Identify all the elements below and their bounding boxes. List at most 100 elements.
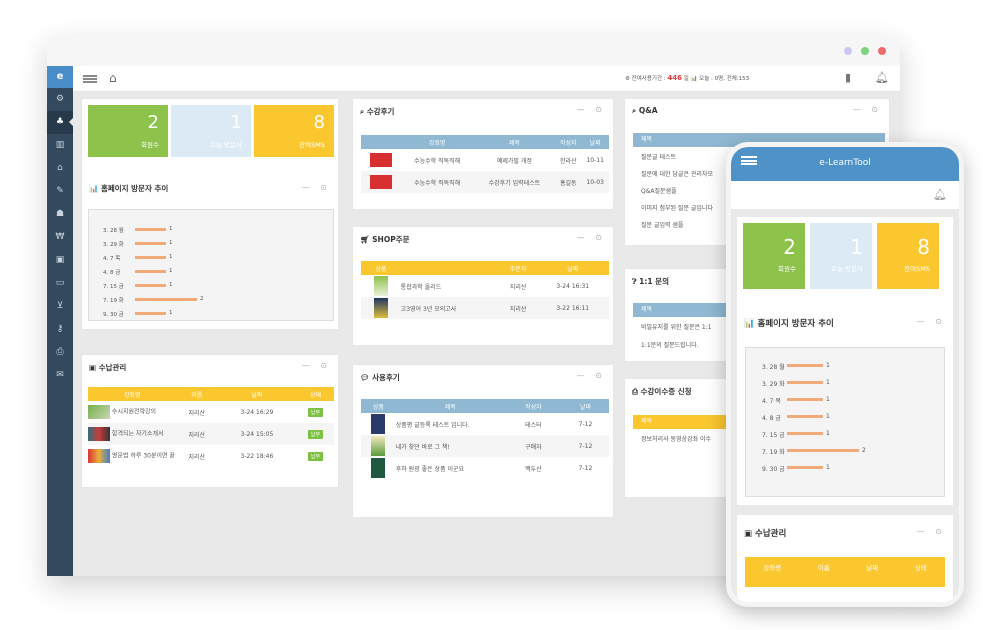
stat-today-visitors[interactable]: 1 오늘 방문자 — [171, 105, 251, 157]
currency-icon[interactable]: ₩ — [47, 226, 73, 249]
chart-bar — [135, 297, 197, 301]
chart-value-label: 1 — [826, 413, 830, 420]
chart-value-label: 1 — [826, 464, 830, 471]
menu-icon[interactable] — [83, 75, 97, 83]
chart-bar — [135, 311, 166, 315]
chart-bar — [787, 398, 823, 402]
topbar: ⌂ ⚙ 잔여사용기간 : 446 일 📊 오늘 : 0명, 전체:153 ▮ 🔔… — [73, 66, 900, 92]
payments-header: 강좌명 이름 날짜 상태 — [745, 557, 945, 587]
sidebar: e ⚙ ♣ ▥ ⌂ ✎ ☗ ₩ ▣ ▭ ⊻ ⚷ ⎙ ✉ — [47, 66, 73, 576]
reviews-title: ⌕ 수강후기 — [360, 107, 395, 116]
table-row[interactable]: 수능수학 직독직해 수강후기 입력테스트 홍길동 10-03 — [361, 171, 609, 193]
shop-table: 상품 주문자 날짜 통합과학 올리드 지리산 3-24 16:31 고3영어 3년 모의… — [361, 261, 609, 319]
video-icon[interactable]: ▣ — [47, 249, 73, 272]
book-icon[interactable]: ▮ — [845, 71, 851, 84]
payments-panel: ▣ 수납관리 — ⊙ 강좌명 이름 날짜 상태 수시지원전략강의 지리산 3-24 16… — [81, 354, 339, 488]
chart-bar — [135, 227, 166, 231]
phone-header: e-LearnTool — [731, 147, 959, 181]
product-thumbnail — [371, 436, 386, 456]
product-thumbnail — [373, 298, 388, 318]
shop-panel: 🛒︎ SHOP주문 — ⊙ 상품 주문자 날짜 통합과학 올리드 지리산 3-24 16… — [352, 226, 614, 346]
table-row[interactable]: 수능수학 직독직해 예제가필 개정 한라산 10-11 — [361, 149, 609, 171]
chart-value-label: 1 — [826, 396, 830, 403]
logo[interactable]: e — [47, 66, 73, 88]
usage-panel: 💬︎ 사용후기 — ⊙ 상품 제목 작성자 날짜 상품평 글등록 테스트 입니다. 테스… — [352, 364, 614, 518]
cart-icon[interactable]: ⊻ — [47, 295, 73, 318]
chart-category-label: 3. 29 화 — [103, 242, 124, 248]
visitors-chart: 3. 28 월 1 3. 29 화 1 4. 7 목 1 4. 8 금 1 7. 15 금 1 7.… — [745, 347, 945, 497]
chart-value-label: 1 — [169, 226, 173, 232]
panel-controls[interactable]: — ⊙ — [917, 317, 946, 326]
chart-bar — [135, 283, 166, 287]
pencil-icon[interactable]: ✎ — [47, 180, 73, 203]
mail-icon[interactable]: ✉ — [47, 364, 73, 387]
window-dot-green[interactable] — [861, 47, 869, 55]
chart-value-label: 1 — [169, 254, 173, 260]
home-icon[interactable]: ⌂ — [47, 157, 73, 180]
panel-controls[interactable]: — ⊙ — [302, 361, 331, 370]
qa-title: ⌕ Q&A — [632, 106, 658, 115]
stat-sms[interactable]: 8 잔여SMS — [877, 223, 939, 289]
bell-icon[interactable]: 🔔︎ — [933, 188, 947, 201]
stat-members[interactable]: 2 회원수 — [743, 223, 805, 289]
card-icon[interactable]: ▭ — [47, 272, 73, 295]
cert-title: ⎙ 수강이수증 신청 — [632, 387, 692, 396]
stat-members[interactable]: 2 회원수 — [88, 105, 168, 157]
status-badge: 납부 — [307, 429, 324, 439]
stats-row: 2 회원수 1 오늘 방문자 8 잔여SMS — [88, 105, 334, 157]
table-row[interactable]: 영문법 하루 30분이면 끝 지리산 3-22 18:46 납부 — [88, 445, 334, 467]
panel-controls[interactable]: — ⊙ — [853, 105, 882, 114]
status-badge: 납부 — [307, 407, 324, 417]
table-row[interactable]: 후하 원광 좋은 상품 이군요 백두산 7-12 — [361, 457, 609, 479]
stat-today-visitors[interactable]: 1 오늘 방문자 — [810, 223, 872, 289]
phone-body: 2 회원수 1 오늘 방문자 8 잔여SMS 📊 홈페이지 방문자 추이 — ⊙ 3.… — [731, 209, 959, 602]
course-thumbnail — [88, 405, 110, 419]
remaining-label: ⚙ 잔여사용기간 : — [625, 76, 666, 82]
print-icon[interactable]: ⎙ — [47, 341, 73, 364]
key-icon[interactable]: ⚷ — [47, 318, 73, 341]
panel-controls[interactable]: — ⊙ — [577, 105, 606, 114]
visitor-summary: 일 📊 오늘 : 0명, 전체:153 — [683, 76, 750, 82]
sitemap-icon[interactable]: ♣ — [47, 111, 73, 134]
gear-icon[interactable]: ⚙ — [47, 88, 73, 111]
oneone-title: ❓︎ 1:1 문의 — [632, 277, 669, 286]
phone-mockup: e-LearnTool 🔔︎ 2 회원수 1 오늘 방문자 8 잔여SMS 📊 홈페이… — [726, 142, 964, 607]
chart-value-label: 1 — [169, 268, 173, 274]
chart-value-label: 1 — [826, 430, 830, 437]
usage-title: 💬︎ 사용후기 — [360, 373, 400, 382]
table-row[interactable]: 상품평 글등록 테스트 입니다. 테스터 7-12 — [361, 413, 609, 435]
table-row[interactable]: 합격되는 자기소개서 지리산 3-24 15:05 납부 — [88, 423, 334, 445]
panel-controls[interactable]: — ⊙ — [577, 371, 606, 380]
stat-sms[interactable]: 8 잔여SMS — [254, 105, 334, 157]
chart-bar — [787, 364, 823, 368]
home-icon[interactable]: ⌂ — [109, 71, 117, 85]
chart-category-label: 9. 30 금 — [103, 312, 124, 318]
product-thumbnail — [371, 414, 386, 434]
panel-controls[interactable]: — ⊙ — [577, 233, 606, 242]
table-row[interactable]: 수시지원전략강의 지리산 3-24 16:29 납부 — [88, 401, 334, 423]
panel-controls[interactable]: — ⊙ — [917, 527, 946, 536]
window-dot-purple[interactable] — [844, 47, 852, 55]
bell-icon[interactable]: 🔔︎ — [875, 71, 889, 84]
chart-value-label: 1 — [169, 240, 173, 246]
window-titlebar — [47, 36, 900, 66]
phone-dashboard-panel: 2 회원수 1 오늘 방문자 8 잔여SMS 📊 홈페이지 방문자 추이 — ⊙ 3.… — [737, 217, 953, 505]
course-thumbnail — [88, 449, 110, 463]
app-title: e-LearnTool — [819, 158, 871, 168]
chart-bar — [135, 255, 166, 259]
chart-category-label: 3. 28 월 — [103, 228, 124, 234]
table-row[interactable]: 통합과학 올리드 지리산 3-24 16:31 — [361, 275, 609, 297]
panel-controls[interactable]: — ⊙ — [302, 183, 331, 192]
payments-table: 강좌명 이름 날짜 상태 수시지원전략강의 지리산 3-24 16:29 납부 합격되는 … — [88, 387, 334, 467]
chart-icon[interactable]: ▥ — [47, 134, 73, 157]
window-dot-red[interactable] — [878, 47, 886, 55]
chart-bar — [787, 415, 823, 419]
usage-table: 상품 제목 작성자 날짜 상품평 글등록 테스트 입니다. 테스터 7-12 내가 찾던 … — [361, 399, 609, 479]
table-row[interactable]: 내가 찾던 바로 그 책! 구매자 7-12 — [361, 435, 609, 457]
payments-title: ▣ 수납관리 — [744, 529, 787, 539]
table-row[interactable]: 고3영어 3년 모의고사 지리산 3-22 16:11 — [361, 297, 609, 319]
payments-title: ▣ 수납관리 — [89, 363, 127, 372]
users-icon[interactable]: ☗ — [47, 203, 73, 226]
chart-value-label: 2 — [200, 296, 204, 302]
chart-category-label: 4. 7 목 — [103, 256, 121, 262]
